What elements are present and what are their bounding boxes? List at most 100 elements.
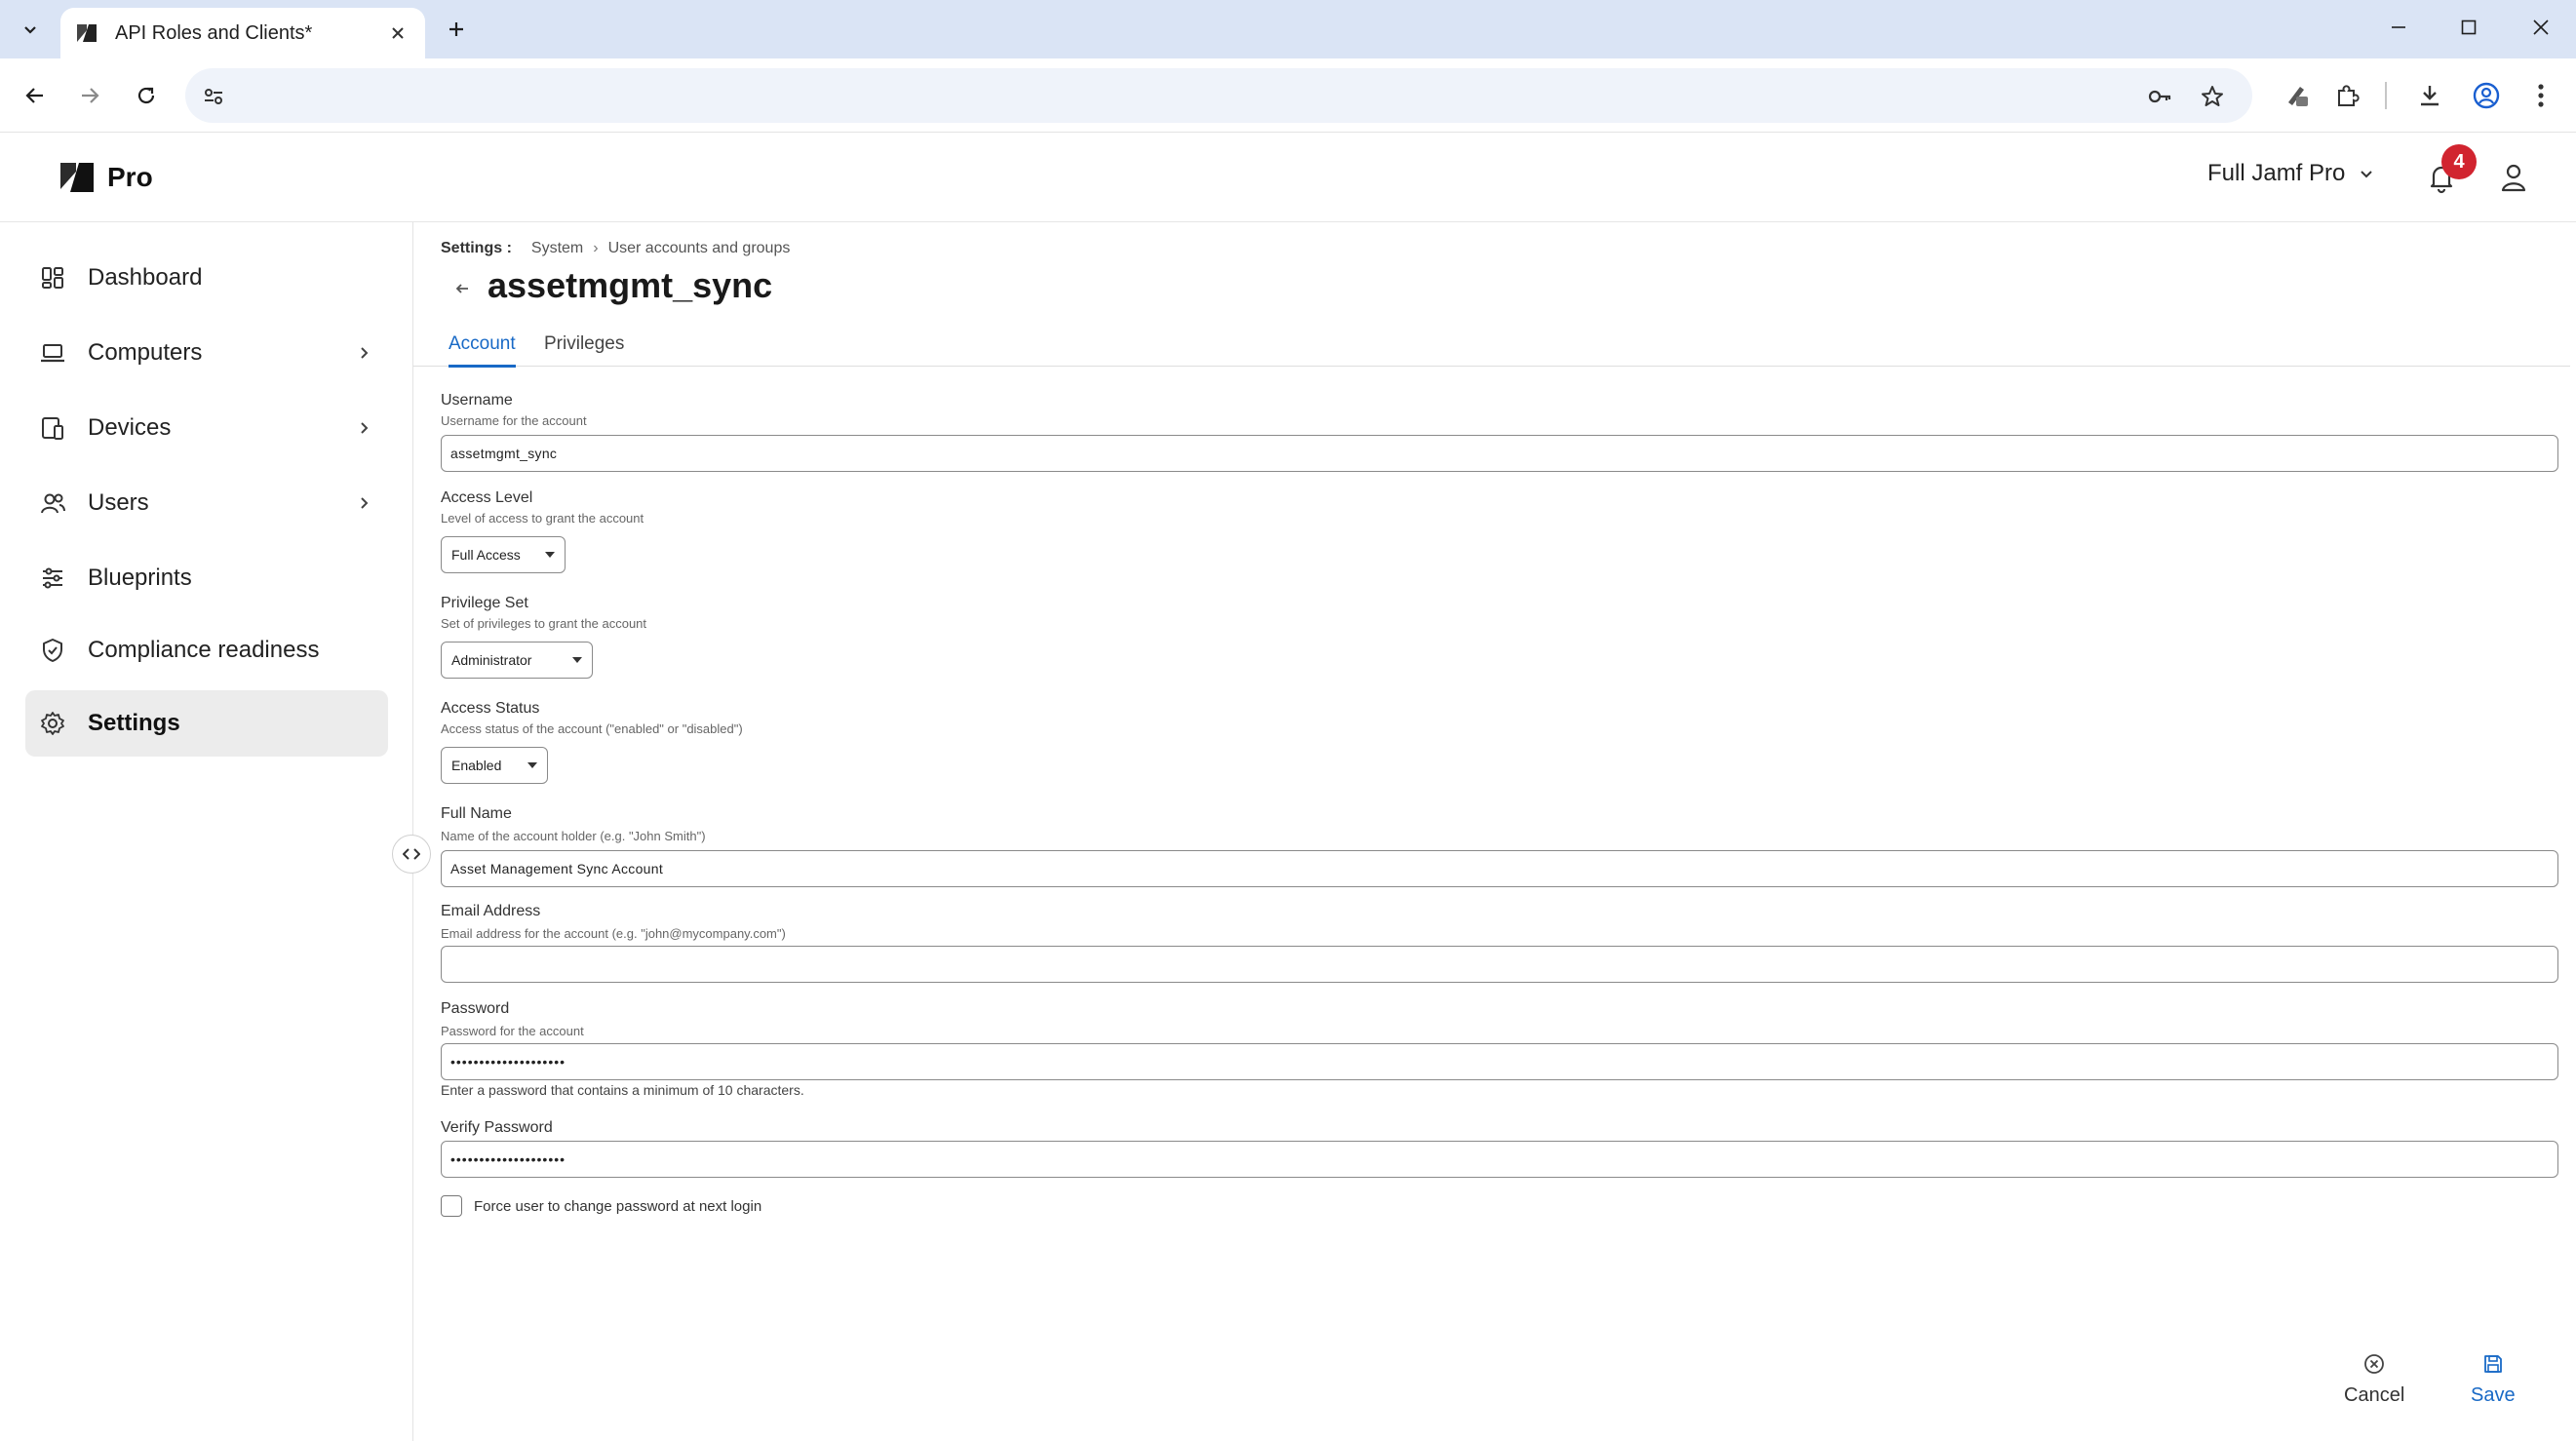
email-field[interactable]	[441, 946, 2558, 983]
environment-selector[interactable]: Full Jamf Pro	[2207, 160, 2374, 187]
jamf-logo-icon	[60, 163, 94, 192]
tab-search-button[interactable]	[12, 12, 49, 47]
cancel-circle-icon	[2360, 1349, 2389, 1379]
jamf-favicon-icon	[77, 24, 97, 42]
jamf-pro-logo[interactable]: Pro	[59, 160, 153, 195]
privilege-set-select[interactable]: Administrator	[441, 642, 593, 679]
code-arrows-icon	[403, 848, 420, 860]
privilege-set-value: Administrator	[451, 652, 532, 668]
close-window-button[interactable]	[2506, 0, 2576, 55]
tab-bar: Account Privileges	[413, 324, 2570, 368]
bookmark-star-icon[interactable]	[2198, 82, 2227, 111]
address-bar[interactable]	[185, 68, 2252, 123]
tab-privileges[interactable]: Privileges	[544, 333, 624, 365]
browser-toolbar	[0, 58, 2576, 133]
extension-pen-button[interactable]	[2276, 74, 2319, 117]
save-button[interactable]: Save	[2471, 1349, 2516, 1407]
sidebar-item-settings[interactable]: Settings	[25, 690, 388, 757]
full-name-label: Full Name	[441, 805, 512, 822]
account-circle-icon	[2473, 82, 2500, 109]
back-button[interactable]	[14, 74, 57, 117]
sidebar-item-computers[interactable]: Computers	[25, 320, 388, 386]
email-label: Email Address	[441, 903, 541, 919]
browser-menu-button[interactable]	[2519, 74, 2562, 117]
close-tab-icon[interactable]	[384, 19, 411, 47]
forward-button[interactable]	[68, 74, 111, 117]
access-status-value: Enabled	[451, 758, 502, 773]
username-field[interactable]: assetmgmt_sync	[441, 435, 2558, 472]
tab-title: API Roles and Clients*	[115, 21, 313, 44]
sidebar-item-devices[interactable]: Devices	[25, 395, 388, 461]
sidebar-collapse-button[interactable]	[392, 835, 431, 874]
minimize-icon	[2392, 26, 2405, 28]
maximize-button[interactable]	[2434, 0, 2504, 55]
chevron-down-icon	[24, 26, 36, 34]
plus-icon	[449, 22, 463, 36]
sidebar-item-label: Computers	[88, 339, 203, 366]
site-settings-icon[interactable]	[199, 82, 228, 111]
profile-button[interactable]	[2465, 74, 2508, 117]
verify-password-field[interactable]: ••••••••••••••••••••	[441, 1141, 2558, 1178]
devices-icon	[35, 410, 70, 446]
breadcrumb-system[interactable]: System	[531, 240, 583, 257]
environment-label: Full Jamf Pro	[2207, 160, 2346, 186]
downloads-button[interactable]	[2408, 74, 2451, 117]
access-level-value: Full Access	[451, 547, 521, 563]
gear-icon	[35, 706, 70, 741]
force-password-change-label: Force user to change password at next lo…	[474, 1197, 762, 1215]
browser-tab-bar: API Roles and Clients*	[0, 0, 2576, 58]
reload-icon	[137, 87, 155, 104]
sidebar-item-dashboard[interactable]: Dashboard	[25, 245, 388, 311]
back-arrow-button[interactable]	[445, 271, 480, 306]
sidebar-item-blueprints[interactable]: Blueprints	[25, 545, 388, 611]
browser-tab[interactable]: API Roles and Clients*	[60, 8, 425, 58]
breadcrumb: Settings : System › User accounts and gr…	[441, 240, 790, 257]
chevron-down-icon	[2361, 171, 2373, 178]
force-password-change-row: Force user to change password at next lo…	[441, 1195, 761, 1217]
page-title: assetmgmt_sync	[488, 265, 773, 305]
access-status-help: Access status of the account ("enabled" …	[441, 721, 743, 736]
app-header: Pro Full Jamf Pro 4	[0, 133, 2576, 222]
tab-account[interactable]: Account	[449, 333, 516, 368]
save-floppy-icon	[2478, 1349, 2508, 1379]
email-help: Email address for the account (e.g. "joh…	[441, 926, 786, 941]
save-label: Save	[2471, 1384, 2516, 1406]
password-field[interactable]: ••••••••••••••••••••	[441, 1043, 2558, 1080]
sidebar-item-label: Settings	[88, 710, 180, 736]
sidebar-item-label: Compliance readiness	[88, 637, 320, 663]
dropdown-arrow-icon	[545, 552, 555, 558]
maximize-icon	[2461, 19, 2477, 35]
username-label: Username	[441, 392, 513, 409]
new-tab-button[interactable]	[439, 12, 474, 47]
sliders-icon	[35, 561, 70, 596]
sidebar-nav: Dashboard Computers Devices Users Bluepr…	[0, 222, 413, 1441]
pen-extension-icon	[2288, 87, 2308, 106]
dropdown-arrow-icon	[572, 657, 582, 663]
access-level-select[interactable]: Full Access	[441, 536, 566, 573]
reload-button[interactable]	[125, 74, 168, 117]
breadcrumb-settings[interactable]: Settings :	[441, 240, 512, 257]
access-status-select[interactable]: Enabled	[441, 747, 548, 784]
full-name-field[interactable]: Asset Management Sync Account	[441, 850, 2558, 887]
breadcrumb-user-accounts[interactable]: User accounts and groups	[608, 240, 791, 257]
cancel-button[interactable]: Cancel	[2344, 1349, 2404, 1407]
access-level-label: Access Level	[441, 489, 533, 506]
close-icon	[2533, 19, 2549, 35]
dashboard-icon	[35, 260, 70, 295]
chevron-right-icon	[349, 338, 378, 368]
user-account-icon[interactable]	[2494, 158, 2533, 197]
password-key-icon[interactable]	[2145, 82, 2174, 111]
verify-password-label: Verify Password	[441, 1119, 553, 1136]
full-name-help: Name of the account holder (e.g. "John S…	[441, 829, 706, 843]
chevron-right-icon	[349, 488, 378, 518]
toolbar-divider	[2385, 82, 2387, 109]
extensions-button[interactable]	[2326, 74, 2369, 117]
chevron-right-icon	[349, 413, 378, 443]
download-icon	[2421, 86, 2439, 106]
password-help: Password for the account	[441, 1024, 584, 1038]
sidebar-item-compliance-readiness[interactable]: Compliance readiness	[25, 617, 388, 683]
force-password-change-checkbox[interactable]	[441, 1195, 462, 1217]
sidebar-item-users[interactable]: Users	[25, 470, 388, 536]
sidebar-item-label: Devices	[88, 414, 172, 441]
minimize-button[interactable]	[2363, 0, 2434, 55]
